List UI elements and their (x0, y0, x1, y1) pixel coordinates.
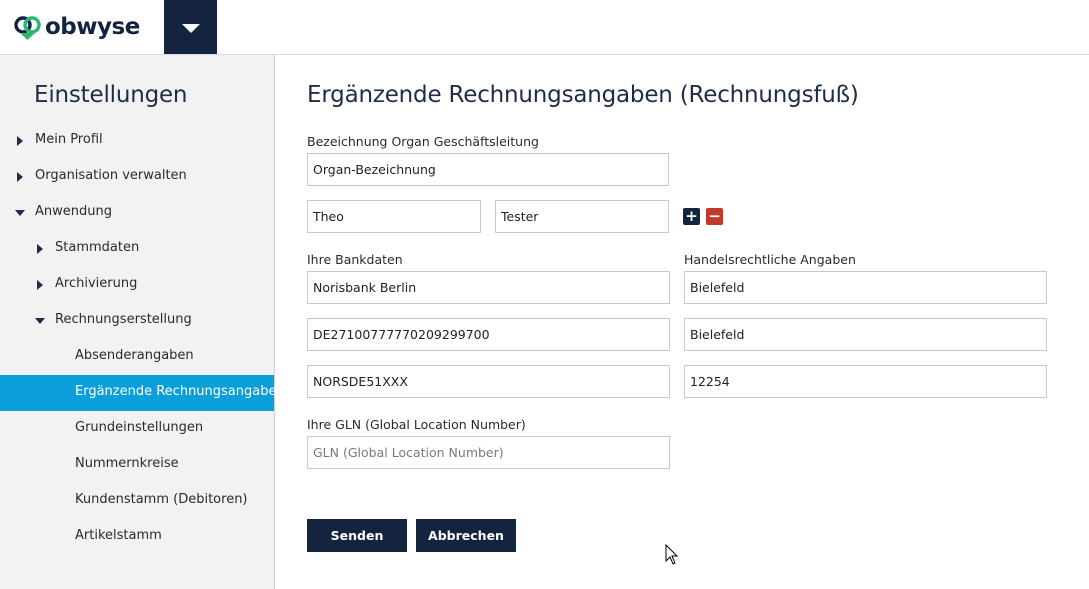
gln-label: Ihre GLN (Global Location Number) (307, 417, 526, 432)
sidebar-item-label: Ergänzende Rechnungsangaben (75, 384, 285, 399)
remove-organ-button[interactable]: − (706, 208, 723, 225)
caret-right-icon (37, 280, 43, 290)
logo-icon (14, 15, 41, 40)
add-organ-button[interactable]: + (683, 208, 700, 225)
cancel-button[interactable]: Abbrechen (416, 519, 516, 552)
first-name-input[interactable] (307, 200, 481, 233)
iban-input[interactable] (307, 318, 670, 351)
caret-down-icon (15, 210, 25, 216)
sidebar-item-label: Nummernkreise (75, 456, 179, 471)
commercial-field-3-input[interactable] (684, 365, 1047, 398)
gln-input[interactable] (307, 436, 670, 469)
sidebar-item-label: Organisation verwalten (35, 168, 187, 183)
top-bar: obwyse (0, 0, 1089, 55)
sidebar-item-archivierung[interactable]: Archivierung (0, 267, 274, 303)
sidebar-title: Einstellungen (34, 82, 188, 108)
sidebar-item-label: Artikelstamm (75, 528, 162, 543)
bic-input[interactable] (307, 365, 670, 398)
logo[interactable]: obwyse (14, 12, 140, 42)
caret-down-icon (35, 318, 45, 324)
sidebar-item-label: Absenderangaben (75, 348, 194, 363)
sidebar-item-rechnungserstellung[interactable]: Rechnungserstellung (0, 303, 274, 339)
sidebar: Einstellungen Mein Profil Organisation v… (0, 55, 285, 589)
caret-right-icon (17, 136, 23, 146)
commercial-field-2-input[interactable] (684, 318, 1047, 351)
bank-name-input[interactable] (307, 271, 670, 304)
sidebar-item-organisation-verwalten[interactable]: Organisation verwalten (0, 159, 274, 195)
caret-right-icon (37, 244, 43, 254)
sidebar-item-nummernkreise[interactable]: Nummernkreise (0, 447, 274, 483)
commercial-label: Handelsrechtliche Angaben (684, 252, 856, 267)
logo-text: obwyse (45, 14, 140, 40)
submit-button[interactable]: Senden (307, 519, 407, 552)
last-name-input[interactable] (495, 200, 669, 233)
sidebar-item-stammdaten[interactable]: Stammdaten (0, 231, 274, 267)
sidebar-item-artikelstamm[interactable]: Artikelstamm (0, 519, 274, 555)
sidebar-item-absenderangaben[interactable]: Absenderangaben (0, 339, 274, 375)
sidebar-item-label: Stammdaten (55, 240, 140, 255)
mouse-cursor-icon (665, 544, 679, 565)
organ-label: Bezeichnung Organ Geschäftsleitung (307, 134, 539, 149)
sidebar-item-mein-profil[interactable]: Mein Profil (0, 123, 274, 159)
organ-designation-input[interactable] (307, 153, 669, 186)
chevron-down-icon (181, 23, 200, 33)
page-title: Ergänzende Rechnungsangaben (Rechnungsfu… (307, 82, 859, 108)
plus-icon: + (685, 207, 698, 225)
sidebar-item-ergaenzende-rechnungsangaben[interactable]: Ergänzende Rechnungsangaben (0, 375, 285, 411)
sidebar-item-label: Kundenstamm (Debitoren) (75, 492, 248, 507)
sidebar-item-label: Archivierung (55, 276, 138, 291)
minus-icon: − (708, 207, 721, 225)
menu-toggle-button[interactable] (164, 0, 217, 54)
sidebar-item-anwendung[interactable]: Anwendung (0, 195, 274, 231)
caret-right-icon (17, 172, 23, 182)
sidebar-item-label: Grundeinstellungen (75, 420, 204, 435)
sidebar-item-grundeinstellungen[interactable]: Grundeinstellungen (0, 411, 274, 447)
commercial-field-1-input[interactable] (684, 271, 1047, 304)
bank-label: Ihre Bankdaten (307, 252, 403, 267)
sidebar-item-label: Anwendung (35, 204, 112, 219)
sidebar-item-kundenstamm[interactable]: Kundenstamm (Debitoren) (0, 483, 274, 519)
sidebar-item-label: Rechnungserstellung (55, 312, 192, 327)
sidebar-item-label: Mein Profil (35, 132, 103, 147)
